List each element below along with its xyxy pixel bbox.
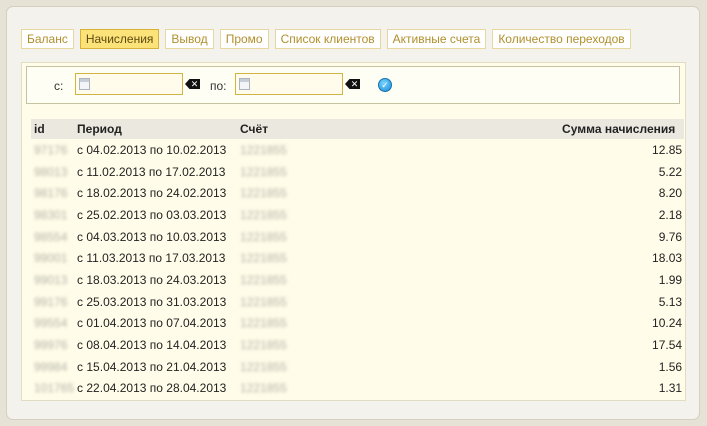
table-row: 99984 с 15.04.2013 по 21.04.2013 1221855 1.… <box>31 356 684 378</box>
from-date-input[interactable] <box>75 73 183 95</box>
table-row: 97176 с 04.02.2013 по 10.02.2013 1221855 12… <box>31 139 684 161</box>
cell-id: 99984 <box>34 359 68 374</box>
main-panel: Баланс Начисления Вывод Промо Список кли… <box>6 6 700 420</box>
cell-sum: 1.56 <box>658 359 683 374</box>
cell-account: 1221855 <box>240 338 287 353</box>
cell-account: 1221855 <box>240 359 287 374</box>
cell-sum: 12.85 <box>652 142 683 157</box>
cell-id: 98301 <box>34 207 68 222</box>
cell-account: 1221855 <box>240 186 287 201</box>
table-row: 99013 с 18.03.2013 по 24.03.2013 1221855 1.… <box>31 269 684 291</box>
cell-id: 99976 <box>34 338 68 353</box>
tab-withdraw[interactable]: Вывод <box>165 29 214 49</box>
tab-accruals[interactable]: Начисления <box>79 29 160 49</box>
calendar-icon[interactable] <box>239 78 250 90</box>
cell-id: 98554 <box>34 229 68 244</box>
cell-period: с 11.02.2013 по 17.02.2013 <box>77 164 226 179</box>
cell-sum: 1.99 <box>658 272 683 287</box>
clear-to-icon[interactable]: ✕ <box>345 79 360 89</box>
cell-id: 99013 <box>34 272 68 287</box>
cell-sum: 1.31 <box>658 381 683 396</box>
cell-id: 99176 <box>34 294 68 309</box>
table-row: 99976 с 08.04.2013 по 14.04.2013 1221855 17… <box>31 334 684 356</box>
apply-filter-icon[interactable]: ✓ <box>378 78 392 92</box>
tab-referral-count[interactable]: Количество переходов <box>492 29 631 49</box>
cell-account: 1221855 <box>240 229 287 244</box>
cell-sum: 2.18 <box>658 207 683 222</box>
accruals-content: с: ✕ по: ✕ ✓ id Период Счёт Сумма начисл… <box>21 62 686 401</box>
tab-promo[interactable]: Промо <box>219 29 269 49</box>
table-row: 99001 с 11.03.2013 по 17.03.2013 1221855 18… <box>31 247 684 269</box>
col-account: Счёт <box>237 119 559 139</box>
table-header: id Период Счёт Сумма начисления <box>31 119 685 139</box>
cell-period: с 25.02.2013 по 03.03.2013 <box>77 207 227 222</box>
tab-active-accounts[interactable]: Активные счета <box>386 29 487 49</box>
to-date-input[interactable] <box>235 73 343 95</box>
cell-account: 1221855 <box>240 142 287 157</box>
cell-account: 1221855 <box>240 316 287 331</box>
cell-period: с 18.03.2013 по 24.03.2013 <box>77 272 227 287</box>
calendar-icon[interactable] <box>79 78 90 90</box>
cell-sum: 5.22 <box>658 164 683 179</box>
cell-sum: 18.03 <box>652 251 683 266</box>
cell-period: с 11.03.2013 по 17.03.2013 <box>77 251 226 266</box>
cell-id: 98013 <box>34 164 68 179</box>
tab-balance[interactable]: Баланс <box>21 29 74 49</box>
cell-period: с 15.04.2013 по 21.04.2013 <box>77 359 227 374</box>
date-filter: с: ✕ по: ✕ ✓ <box>26 66 680 104</box>
accruals-table: id Период Счёт Сумма начисления 97176 с 0… <box>31 119 685 400</box>
cell-period: с 04.02.2013 по 10.02.2013 <box>77 142 227 157</box>
table-row: 98013 с 11.02.2013 по 17.02.2013 1221855 5.… <box>31 161 684 183</box>
cell-account: 1221855 <box>240 381 287 396</box>
table-row: 98176 с 18.02.2013 по 24.02.2013 1221855 8.… <box>31 182 684 204</box>
cell-sum: 9.76 <box>658 229 683 244</box>
cell-account: 1221855 <box>240 207 287 222</box>
cell-period: с 01.04.2013 по 07.04.2013 <box>77 316 227 331</box>
cell-sum: 5.13 <box>658 294 683 309</box>
col-id: id <box>31 119 75 139</box>
cell-account: 1221855 <box>240 294 287 309</box>
cell-id: 99001 <box>34 251 68 266</box>
clear-from-icon[interactable]: ✕ <box>185 79 200 89</box>
cell-sum: 8.20 <box>658 186 683 201</box>
cell-period: с 25.03.2013 по 31.03.2013 <box>77 294 227 309</box>
cell-account: 1221855 <box>240 251 287 266</box>
cell-period: с 04.03.2013 по 10.03.2013 <box>77 229 227 244</box>
tab-bar: Баланс Начисления Вывод Промо Список кли… <box>21 29 631 49</box>
table-row: 99554 с 01.04.2013 по 07.04.2013 1221855 10… <box>31 313 684 335</box>
cell-id: 98176 <box>34 186 68 201</box>
col-period: Период <box>74 119 238 139</box>
cell-sum: 10.24 <box>652 316 683 331</box>
table-row: 101765 с 22.04.2013 по 28.04.2013 1221855 1… <box>31 378 684 400</box>
cell-period: с 08.04.2013 по 14.04.2013 <box>77 338 227 353</box>
cell-account: 1221855 <box>240 164 287 179</box>
tab-client-list[interactable]: Список клиентов <box>274 29 381 49</box>
from-label: с: <box>54 79 64 93</box>
table-row: 98301 с 25.02.2013 по 03.03.2013 1221855 2.… <box>31 204 684 226</box>
cell-period: с 22.04.2013 по 28.04.2013 <box>77 381 227 396</box>
cell-id: 101765 <box>34 381 75 396</box>
table-row: 99176 с 25.03.2013 по 31.03.2013 1221855 5.… <box>31 291 684 313</box>
cell-account: 1221855 <box>240 272 287 287</box>
cell-sum: 17.54 <box>652 338 683 353</box>
col-sum: Сумма начисления <box>558 119 685 139</box>
cell-id: 99554 <box>34 316 68 331</box>
cell-id: 97176 <box>34 142 68 157</box>
to-label: по: <box>210 79 227 93</box>
table-row: 98554 с 04.03.2013 по 10.03.2013 1221855 9.… <box>31 226 684 248</box>
cell-period: с 18.02.2013 по 24.02.2013 <box>77 186 227 201</box>
